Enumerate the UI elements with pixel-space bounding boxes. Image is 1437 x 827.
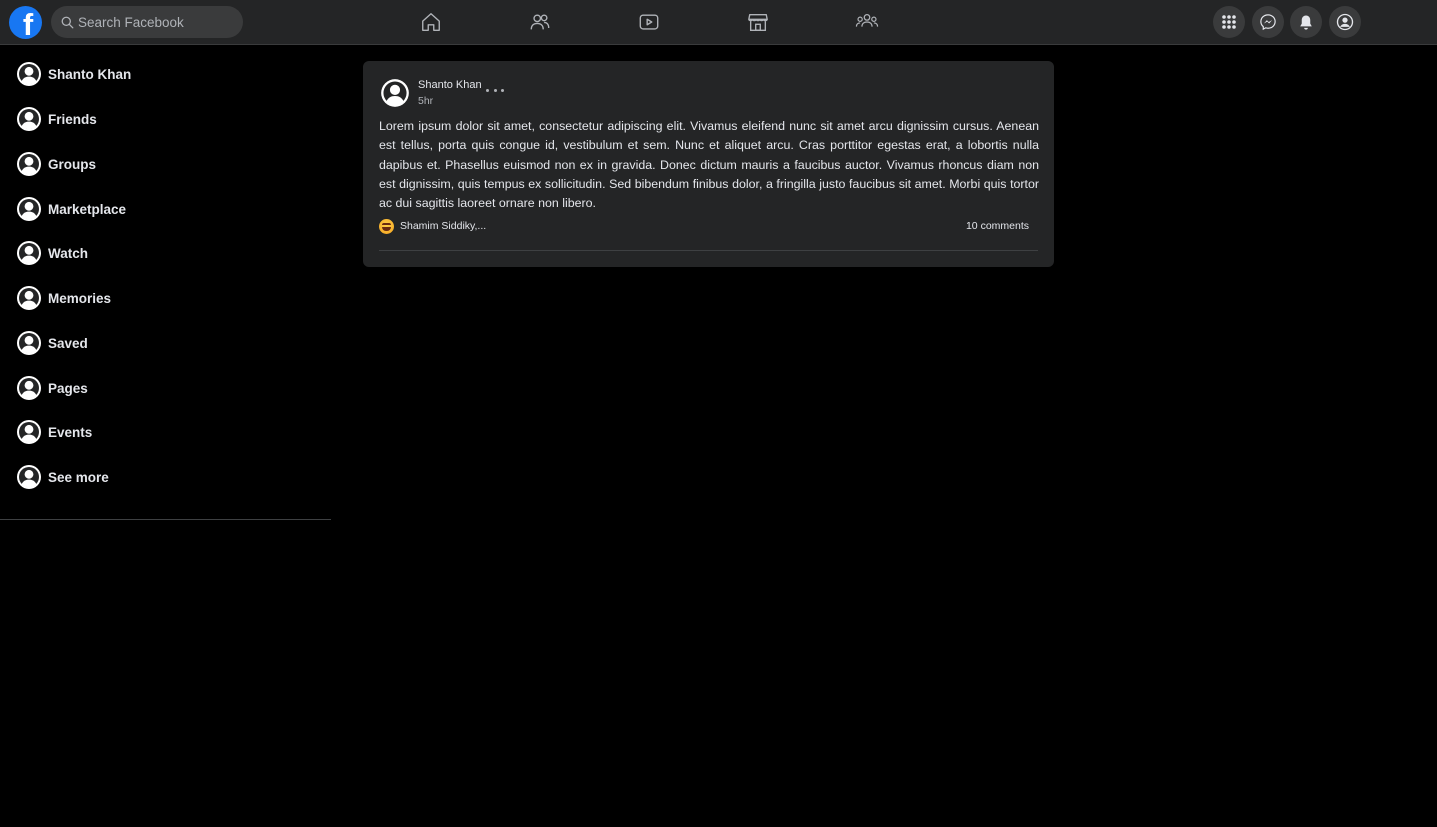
facebook-logo[interactable]: f [9,6,42,39]
sidebar-item-profile[interactable]: Shanto Khan [16,59,131,89]
sidebar-item-pages[interactable]: Pages [16,373,88,403]
groups-icon [855,14,879,27]
nav-home[interactable] [418,9,444,35]
post-reactions[interactable]: Shamim Siddiky,... [379,218,486,234]
sidebar-item-marketplace[interactable]: Marketplace [16,194,126,224]
friends-icon [530,14,550,30]
sidebar-item-groups[interactable]: Groups [16,149,96,179]
more-options-icon[interactable] [486,83,504,97]
top-navbar: f [0,0,1437,45]
reactor-names: Shamim Siddiky,... [400,220,487,232]
search-box[interactable] [51,6,243,38]
sidebar-item-label: Groups [48,156,97,172]
sidebar-item-watch[interactable]: Watch [16,238,88,268]
author-avatar-icon[interactable] [380,78,410,108]
user-avatar-icon [17,376,41,400]
user-avatar-icon [17,241,41,265]
haha-emoji-icon [379,218,394,234]
sidebar-item-label: Friends [48,111,97,127]
sidebar-item-label: Memories [48,290,112,306]
watch-icon [639,14,659,30]
sidebar-item-label: See more [48,469,109,485]
user-avatar-icon [17,331,41,355]
messenger-icon [1260,14,1276,31]
user-avatar-icon [17,152,41,176]
user-avatar-icon [17,286,41,310]
menu-grid-icon [1222,15,1236,29]
post-card: Shanto Khan 5hr Lorem ipsum dolor sit am… [363,61,1054,267]
user-avatar-icon [17,197,41,221]
sidebar-item-label: Watch [48,245,88,261]
facebook-logo-letter: f [22,7,34,39]
user-avatar-icon [17,107,41,131]
sidebar-item-label: Saved [48,335,88,351]
search-icon [61,16,74,28]
post-timestamp[interactable]: 5hr [418,95,433,107]
sidebar-item-friends[interactable]: Friends [16,104,97,134]
left-sidebar: Shanto Khan Friends Groups Marketplace W… [0,45,331,520]
post-author-name[interactable]: Shanto Khan [418,79,482,91]
sidebar-item-label: Events [48,424,93,440]
sidebar-item-events[interactable]: Events [16,417,92,447]
nav-marketplace[interactable] [745,9,771,35]
nav-watch[interactable] [636,9,662,35]
sidebar-item-see-more[interactable]: See more [16,462,109,492]
sidebar-item-saved[interactable]: Saved [16,328,88,358]
sidebar-item-label: Pages [48,380,88,396]
sidebar-item-memories[interactable]: Memories [16,283,111,313]
search-input[interactable] [78,14,228,30]
nav-friends[interactable] [527,9,553,35]
menu-button[interactable] [1213,6,1245,38]
post-text: Lorem ipsum dolor sit amet, consectetur … [379,119,1039,211]
notifications-button[interactable] [1290,6,1322,38]
post-divider [379,250,1038,251]
sidebar-item-label: Marketplace [48,201,127,217]
sidebar-item-label: Shanto Khan [48,66,132,82]
user-avatar-icon [17,465,41,489]
messenger-button[interactable] [1252,6,1284,38]
comments-count-link[interactable]: 10 comments [966,220,1029,232]
marketplace-icon [748,13,768,31]
user-avatar-icon [17,420,41,444]
account-icon [1336,13,1354,31]
account-button[interactable] [1329,6,1361,38]
home-icon [422,13,440,31]
notifications-icon [1300,15,1312,30]
user-avatar-icon [17,62,41,86]
nav-groups[interactable] [854,9,880,35]
